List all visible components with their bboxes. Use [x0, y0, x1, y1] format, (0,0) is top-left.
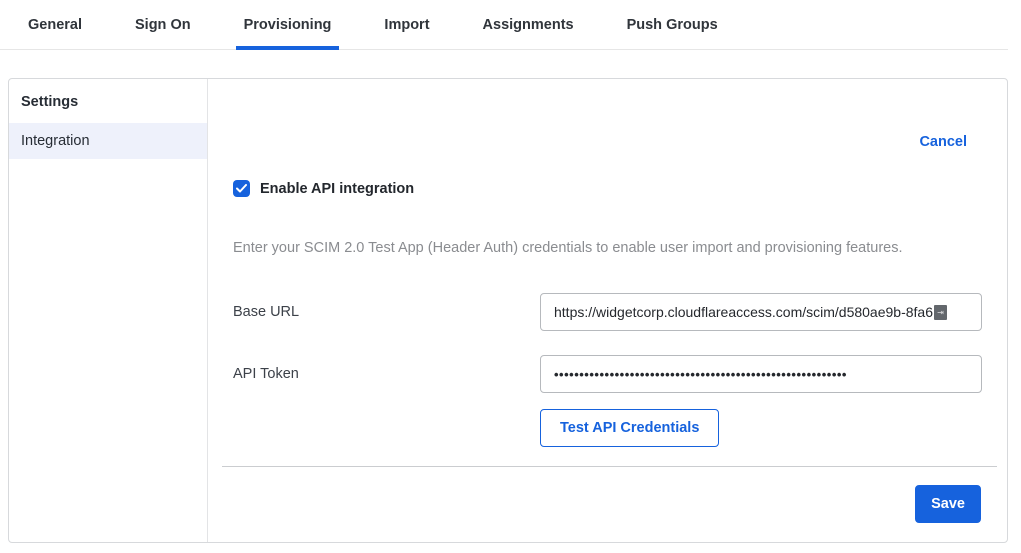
api-token-masked-value: ••••••••••••••••••••••••••••••••••••••••…	[554, 367, 847, 382]
sidebar-item-integration[interactable]: Integration	[9, 123, 207, 159]
enable-api-integration-checkbox[interactable]	[233, 180, 250, 197]
api-token-input[interactable]: ••••••••••••••••••••••••••••••••••••••••…	[540, 355, 982, 393]
overflow-cursor-icon: ⇥	[934, 305, 947, 320]
api-token-label: API Token	[233, 366, 299, 382]
enable-api-integration-label: Enable API integration	[260, 181, 414, 197]
base-url-label: Base URL	[233, 304, 299, 320]
credentials-description: Enter your SCIM 2.0 Test App (Header Aut…	[233, 240, 982, 256]
base-url-row: Base URL https://widgetcorp.cloudflareac…	[233, 293, 982, 331]
save-button[interactable]: Save	[915, 485, 981, 523]
tab-push-groups[interactable]: Push Groups	[619, 3, 726, 50]
tab-provisioning[interactable]: Provisioning	[236, 3, 340, 50]
provisioning-panel: Settings Integration Cancel Enable API i…	[8, 78, 1008, 543]
app-tab-bar: General Sign On Provisioning Import Assi…	[0, 0, 1008, 50]
integration-settings-form: Cancel Enable API integration Enter your…	[208, 79, 1007, 542]
test-credentials-row: Test API Credentials	[233, 409, 982, 447]
base-url-input[interactable]: https://widgetcorp.cloudflareaccess.com/…	[540, 293, 982, 331]
base-url-value: https://widgetcorp.cloudflareaccess.com/…	[554, 304, 933, 320]
api-token-row: API Token ••••••••••••••••••••••••••••••…	[233, 355, 982, 393]
footer-divider	[222, 466, 997, 467]
test-api-credentials-button[interactable]: Test API Credentials	[540, 409, 719, 447]
cancel-link[interactable]: Cancel	[919, 134, 967, 150]
tab-import[interactable]: Import	[376, 3, 437, 50]
checkmark-icon	[236, 184, 247, 193]
sidebar-header-settings: Settings	[9, 88, 207, 123]
settings-sidebar: Settings Integration	[9, 79, 208, 542]
form-header-actions: Cancel	[233, 133, 982, 151]
enable-api-integration-row: Enable API integration	[233, 180, 982, 197]
form-footer-actions: Save	[233, 485, 982, 523]
tab-sign-on[interactable]: Sign On	[127, 3, 199, 50]
tab-general[interactable]: General	[20, 3, 90, 50]
tab-assignments[interactable]: Assignments	[475, 3, 582, 50]
